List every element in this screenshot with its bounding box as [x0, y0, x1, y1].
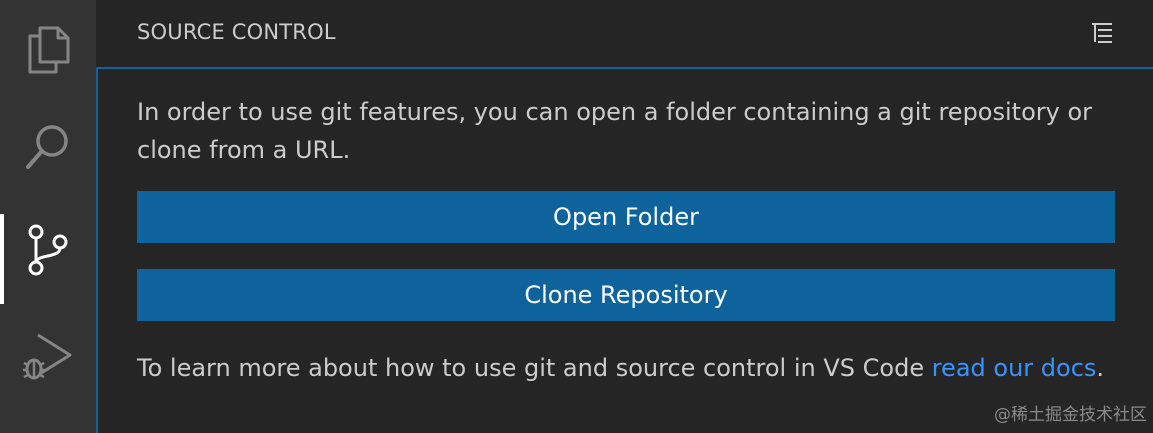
source-control-sidebar: SOURCE CONTROL In order to use git featu…	[96, 0, 1153, 433]
activity-item-explorer[interactable]	[0, 6, 96, 92]
learn-more-prefix: To learn more about how to use git and s…	[137, 354, 932, 382]
search-icon	[26, 125, 68, 169]
sidebar-header: SOURCE CONTROL	[96, 0, 1153, 68]
watermark: @稀土掘金技术社区	[994, 405, 1147, 425]
activity-item-search[interactable]	[0, 104, 96, 190]
learn-more-suffix: .	[1096, 354, 1105, 382]
files-icon	[28, 26, 70, 74]
views-menu-icon[interactable]	[1088, 19, 1116, 47]
read-our-docs-link[interactable]: read our docs	[932, 354, 1097, 382]
activity-item-source-control[interactable]	[0, 208, 96, 304]
run-debug-icon	[23, 333, 72, 380]
activity-bar	[0, 0, 96, 433]
learn-more-text: To learn more about how to use git and s…	[137, 349, 1104, 387]
clone-repository-button[interactable]: Clone Repository	[137, 269, 1115, 321]
open-folder-button[interactable]: Open Folder	[137, 191, 1115, 243]
vscode-window: SOURCE CONTROL In order to use git featu…	[0, 0, 1153, 433]
source-control-icon	[28, 224, 68, 276]
activity-item-run-debug[interactable]	[0, 314, 96, 400]
source-control-welcome-pane: In order to use git features, you can op…	[96, 67, 1153, 433]
intro-text: In order to use git features, you can op…	[137, 98, 1092, 164]
sidebar-title: SOURCE CONTROL	[137, 20, 336, 44]
